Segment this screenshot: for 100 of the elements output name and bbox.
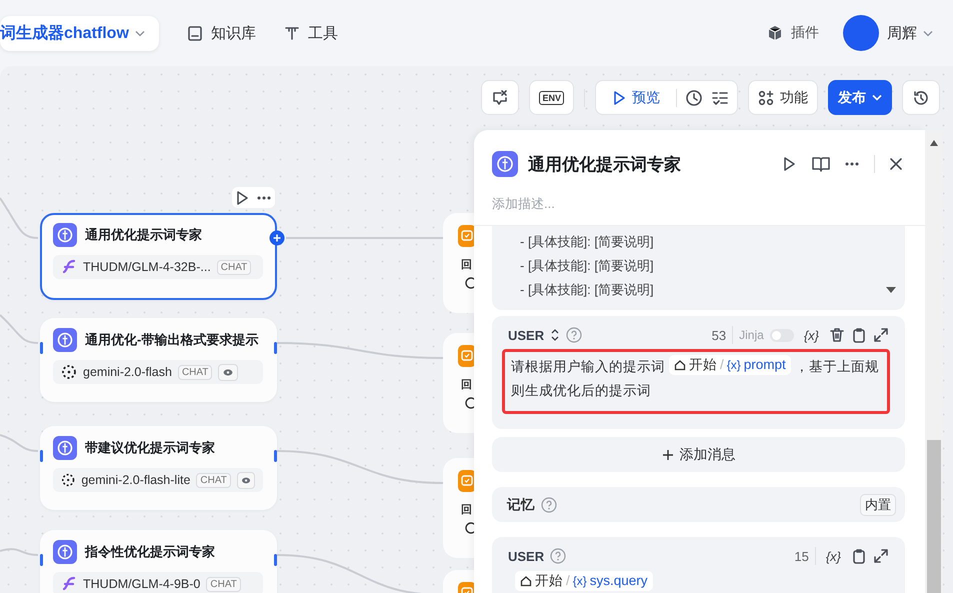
model-selector[interactable]: gemini-2.0-flash CHAT (53, 360, 263, 384)
source-label: 开始 (535, 572, 563, 590)
edge-line (0, 434, 38, 452)
source-label: 开始 (689, 356, 717, 374)
insert-variable-button[interactable]: {x} (804, 328, 819, 342)
model-selector[interactable]: THUDM/GLM-4-32B-... CHAT (53, 255, 263, 279)
scroll-down-icon[interactable] (885, 286, 897, 294)
add-icon[interactable] (269, 230, 285, 246)
mode-tag: CHAT (216, 260, 252, 274)
history-run-icon[interactable] (685, 88, 703, 106)
dotted-circle-icon (61, 472, 76, 488)
dotted-circle-icon (61, 364, 77, 380)
node-card[interactable]: 通用优化-带输出格式要求提示 gemini-2.0-flash CHAT (40, 318, 277, 402)
node-card[interactable]: 带建议优化提示词专家 gemini-2.0-flash-lite CHAT (40, 426, 277, 510)
copy-icon[interactable] (851, 327, 867, 343)
publish-button[interactable]: 发布 (828, 80, 892, 115)
node-title: 指令性优化提示词专家 (85, 543, 215, 561)
variable-name: prompt (744, 356, 786, 374)
grid-icon (758, 90, 774, 106)
edge-line (0, 197, 38, 239)
sort-icon[interactable] (550, 328, 560, 342)
scrollbar-thumb[interactable] (927, 440, 941, 593)
hammer-icon (284, 24, 300, 42)
glm-logo-icon (61, 259, 77, 275)
book-icon (186, 24, 203, 42)
variable-mark: {x} (572, 573, 587, 590)
handle[interactable] (274, 450, 277, 462)
node-card[interactable]: 通用优化提示词专家 THUDM/GLM-4-32B-... CHAT (40, 213, 277, 300)
history-button[interactable] (902, 80, 940, 115)
handle[interactable] (40, 450, 43, 462)
prompt-line: - [具体技能]: [简要说明] (520, 233, 654, 251)
edge-line (0, 548, 38, 556)
env-button[interactable]: ENV (529, 80, 574, 115)
handle[interactable] (274, 554, 277, 566)
copy-icon[interactable] (851, 548, 867, 564)
memory-mode-tag: 内置 (860, 494, 896, 516)
preview-button[interactable]: 预览 (604, 88, 668, 106)
play-icon[interactable] (782, 156, 798, 172)
add-message-button[interactable]: 添加消息 (492, 437, 905, 472)
model-name: gemini-2.0-flash-lite (81, 473, 190, 487)
handle[interactable] (40, 342, 43, 354)
app-switcher[interactable]: 词生成器chatflow (0, 16, 159, 50)
node-title: 带建议优化提示词专家 (85, 439, 215, 457)
mode-tag: CHAT (206, 576, 241, 592)
book-icon[interactable] (812, 156, 830, 172)
history-icon (912, 88, 930, 106)
node-title: 回 (461, 378, 472, 392)
node-title: 回 (461, 503, 472, 517)
scroll-up-icon[interactable] (930, 140, 938, 146)
jinja-label: Jinja (739, 328, 764, 342)
separator: / (720, 356, 724, 374)
node-card[interactable]: 回 (443, 333, 474, 433)
expand-icon[interactable] (873, 548, 889, 564)
memory-label: 记忆 (507, 496, 535, 514)
prompt-line: - [具体技能]: [简要说明] (520, 281, 654, 299)
user-menu[interactable]: 周辉 (887, 24, 933, 42)
handle[interactable] (274, 342, 277, 354)
caret-icon (923, 30, 933, 36)
model-selector[interactable]: gemini-2.0-flash-lite CHAT (53, 468, 263, 492)
node-title: 通用优化-带输出格式要求提示 (85, 331, 258, 349)
handle[interactable] (40, 554, 43, 566)
close-icon[interactable] (889, 157, 903, 171)
plugins-link[interactable]: 插件 (767, 24, 819, 42)
message-text[interactable]: 开始 / {x} sys.query (502, 568, 890, 593)
cube-icon (767, 25, 783, 41)
glm-logo-icon (61, 576, 77, 592)
prompt-line: - [具体技能]: [简要说明] (520, 257, 654, 275)
model-selector[interactable]: THUDM/GLM-4-9B-0 CHAT (53, 572, 263, 593)
chat-clear-icon (491, 88, 510, 106)
node-card[interactable]: 回 (443, 458, 474, 558)
jinja-toggle[interactable] (770, 328, 794, 342)
home-icon (674, 359, 686, 371)
play-icon[interactable] (235, 190, 250, 206)
expand-icon[interactable] (873, 327, 889, 343)
role-label: USER (508, 328, 544, 342)
nav-link[interactable]: 工具 (284, 24, 338, 42)
delete-icon[interactable] (829, 327, 845, 343)
caret-icon (872, 94, 882, 101)
features-button[interactable]: 功能 (748, 80, 818, 115)
avatar[interactable] (843, 15, 879, 51)
app-name: 词生成器chatflow (0, 24, 129, 44)
model-name: THUDM/GLM-4-32B-... (83, 260, 211, 274)
variable-name: sys.query (590, 572, 648, 590)
char-count: 53 (712, 328, 726, 342)
system-prompt-field[interactable]: - [具体技能]: [简要说明] - [具体技能]: [简要说明] - [具体技能]: [简要说明] (492, 226, 905, 310)
node-title: 通用优化提示词专家 (85, 226, 202, 244)
nav-link[interactable]: 知识库 (186, 24, 256, 42)
node-card[interactable]: 指令性优化提示词专家 THUDM/GLM-4-9B-0 CHAT (40, 530, 277, 593)
message-text[interactable]: 请根据用户输入的提示词 开始 / {x} prompt ，基于上面规则生成优化后的提示词 (502, 349, 890, 414)
model-name: gemini-2.0-flash (83, 365, 172, 379)
chat-clear-button[interactable] (481, 80, 520, 115)
node-card[interactable]: 回 (443, 213, 474, 313)
play-icon (612, 90, 626, 106)
variable-mark: {x} (726, 357, 741, 374)
home-icon (520, 575, 532, 587)
insert-variable-button[interactable]: {x} (826, 548, 841, 564)
role-label: USER (508, 548, 544, 564)
separator: / (566, 572, 570, 590)
panel-title: 通用优化提示词专家 (528, 154, 681, 176)
model-name: THUDM/GLM-4-9B-0 (83, 577, 200, 591)
